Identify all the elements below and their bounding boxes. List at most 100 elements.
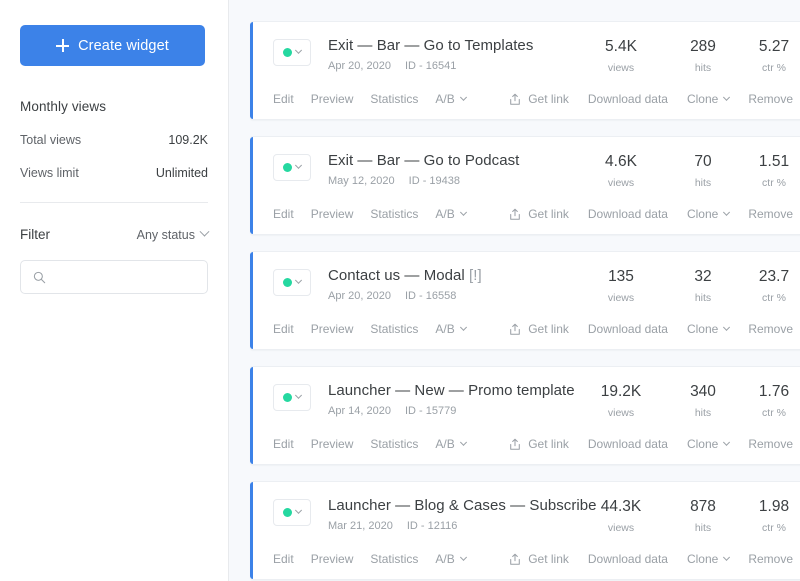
metric-views-value: 44.3K <box>600 498 642 515</box>
metric-views-value: 4.6K <box>605 153 637 170</box>
status-badge[interactable] <box>273 39 311 66</box>
download-data-button[interactable]: Download data <box>588 92 668 106</box>
status-badge[interactable] <box>273 154 311 181</box>
metric-ctr-label: ctr % <box>762 406 786 419</box>
widget-card[interactable]: Contact us — Modal [!] Apr 20, 2020 ID -… <box>250 251 800 350</box>
preview-button[interactable]: Preview <box>311 92 354 106</box>
download-data-button[interactable]: Download data <box>588 437 668 451</box>
edit-button[interactable]: Edit <box>273 92 294 106</box>
clone-dropdown[interactable]: Clone <box>687 437 731 451</box>
create-widget-button[interactable]: Create widget <box>20 25 205 66</box>
statistics-button[interactable]: Statistics <box>370 322 418 336</box>
remove-button[interactable]: Remove <box>748 322 793 336</box>
edit-button[interactable]: Edit <box>273 437 294 451</box>
preview-button[interactable]: Preview <box>311 552 354 566</box>
widget-date: May 12, 2020 <box>328 175 395 187</box>
widget-actions-right: Get link Download data Clone Remove <box>509 437 800 451</box>
chevron-down-icon <box>199 226 210 237</box>
clone-dropdown[interactable]: Clone <box>687 207 731 221</box>
filter-row: Filter Any status <box>20 226 210 242</box>
widget-card[interactable]: Launcher — New — Promo template Apr 14, … <box>250 366 800 465</box>
widget-metrics: 19.2K views 340 hits 1.76 ctr % <box>575 384 800 419</box>
widget-title-text: Contact us — Modal <box>328 267 470 284</box>
chevron-down-icon <box>723 208 731 216</box>
widget-title-block: Exit — Bar — Go to Templates Apr 20, 202… <box>328 36 533 72</box>
widget-actions: Edit Preview Statistics A/B Get link Dow… <box>273 437 800 451</box>
metric-views-value: 5.4K <box>605 38 637 55</box>
statistics-button[interactable]: Statistics <box>370 207 418 221</box>
widget-id: ID - 19438 <box>408 175 461 187</box>
metric-views-value: 19.2K <box>600 383 642 400</box>
download-data-button[interactable]: Download data <box>588 552 668 566</box>
download-data-button[interactable]: Download data <box>588 322 668 336</box>
status-badge[interactable] <box>273 269 311 296</box>
edit-button[interactable]: Edit <box>273 207 294 221</box>
widget-meta: May 12, 2020 ID - 19438 <box>328 175 519 187</box>
clone-label: Clone <box>686 552 719 566</box>
widget-card[interactable]: Exit — Bar — Go to Templates Apr 20, 202… <box>250 21 800 120</box>
metric-ctr-label: ctr % <box>762 61 786 74</box>
metric-views-label: views <box>607 521 635 534</box>
edit-button[interactable]: Edit <box>273 322 294 336</box>
metric-hits: 878 hits <box>667 499 739 534</box>
clone-dropdown[interactable]: Clone <box>686 552 731 566</box>
plus-icon <box>56 39 70 52</box>
ab-label: A/B <box>435 552 455 566</box>
metric-ctr: 1.98 ctr % <box>739 499 800 534</box>
metric-ctr-label: ctr % <box>762 291 786 304</box>
statistics-button[interactable]: Statistics <box>370 552 418 566</box>
search-icon <box>33 271 46 283</box>
get-link-button[interactable]: Get link <box>509 92 569 106</box>
statistics-button[interactable]: Statistics <box>370 437 418 451</box>
widget-actions-left: Edit Preview Statistics A/B <box>273 92 467 106</box>
clone-dropdown[interactable]: Clone <box>686 322 731 336</box>
get-link-button[interactable]: Get link <box>509 552 569 566</box>
preview-button[interactable]: Preview <box>311 322 354 336</box>
metric-views-label: views <box>607 176 635 189</box>
edit-button[interactable]: Edit <box>273 552 294 566</box>
widget-actions: Edit Preview Statistics A/B Get link Dow… <box>273 552 800 566</box>
widget-id: ID - 16541 <box>405 60 457 72</box>
clone-dropdown[interactable]: Clone <box>687 92 731 106</box>
widget-id: ID - 16558 <box>405 290 457 302</box>
chevron-down-icon <box>459 323 467 331</box>
metric-hits-label: hits <box>694 61 712 74</box>
metric-hits: 289 hits <box>667 39 739 74</box>
remove-button[interactable]: Remove <box>748 92 793 106</box>
metric-hits: 32 hits <box>667 269 739 304</box>
get-link-button[interactable]: Get link <box>509 437 569 451</box>
metric-views: 4.6K views <box>575 154 667 189</box>
status-dot-icon <box>283 163 292 172</box>
metric-hits: 70 hits <box>667 154 739 189</box>
widget-card[interactable]: Launcher — Blog & Cases — Subscribe Mar … <box>250 481 800 580</box>
ab-dropdown[interactable]: A/B <box>435 92 467 106</box>
statistics-button[interactable]: Statistics <box>370 92 418 106</box>
download-data-button[interactable]: Download data <box>588 207 668 221</box>
preview-button[interactable]: Preview <box>311 437 354 451</box>
ab-dropdown[interactable]: A/B <box>435 437 467 451</box>
status-badge[interactable] <box>273 384 311 411</box>
remove-button[interactable]: Remove <box>748 437 793 451</box>
remove-button[interactable]: Remove <box>748 207 793 221</box>
widget-list: Exit — Bar — Go to Templates Apr 20, 202… <box>229 0 800 581</box>
search-input[interactable] <box>55 270 195 284</box>
ab-dropdown[interactable]: A/B <box>435 552 467 566</box>
metric-ctr-label: ctr % <box>762 176 786 189</box>
get-link-button[interactable]: Get link <box>509 322 569 336</box>
get-link-label: Get link <box>528 322 569 336</box>
widget-metrics: 5.4K views 289 hits 5.27 ctr % <box>575 39 800 74</box>
preview-button[interactable]: Preview <box>311 207 354 221</box>
filter-status-dropdown[interactable]: Any status <box>137 226 210 242</box>
ab-dropdown[interactable]: A/B <box>435 207 467 221</box>
metric-views-label: views <box>607 406 635 419</box>
ab-dropdown[interactable]: A/B <box>435 322 467 336</box>
widget-card[interactable]: Exit — Bar — Go to Podcast May 12, 2020 … <box>250 136 800 235</box>
search-box[interactable] <box>20 260 208 294</box>
clone-label: Clone <box>686 322 719 336</box>
metric-views: 135 views <box>575 269 667 304</box>
get-link-button[interactable]: Get link <box>509 207 569 221</box>
status-badge[interactable] <box>273 499 311 526</box>
remove-button[interactable]: Remove <box>748 552 793 566</box>
widget-metrics: 135 views 32 hits 23.7 ctr % <box>575 269 800 304</box>
status-dot-icon <box>283 278 292 287</box>
